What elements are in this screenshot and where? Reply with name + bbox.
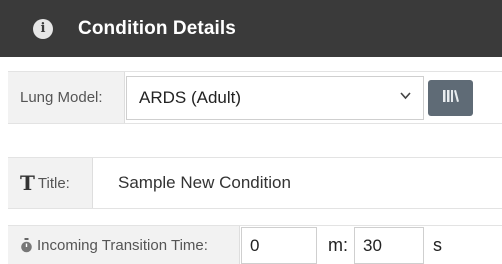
text-icon: T [20,171,35,195]
chevron-down-icon [400,91,411,103]
library-icon [442,88,460,109]
seconds-unit: s [433,234,442,255]
transition-time-row: Incoming Transition Time: 0 m: 30 s [8,225,502,264]
stopwatch-icon [20,237,33,253]
title-label: Title: [37,174,70,192]
info-icon: i [33,18,53,39]
title-label-cell: T Title: [8,158,93,208]
minutes-input[interactable]: 0 [241,227,317,264]
panel-title: Condition Details [78,17,236,39]
lung-model-select[interactable]: ARDS (Adult) [126,76,424,120]
title-row: T Title: Sample New Condition [8,157,502,209]
transition-label-cell: Incoming Transition Time: [8,226,240,264]
seconds-input[interactable]: 30 [354,227,424,264]
panel-header: i Condition Details [0,0,502,57]
lung-model-label: Lung Model: [8,72,125,123]
library-button[interactable] [428,80,473,116]
title-input[interactable]: Sample New Condition [118,158,291,208]
minutes-unit: m: [328,234,348,255]
lung-model-row: Lung Model: ARDS (Adult) [8,71,502,124]
lung-model-value: ARDS (Adult) [139,88,242,107]
transition-label: Incoming Transition Time: [37,236,208,254]
